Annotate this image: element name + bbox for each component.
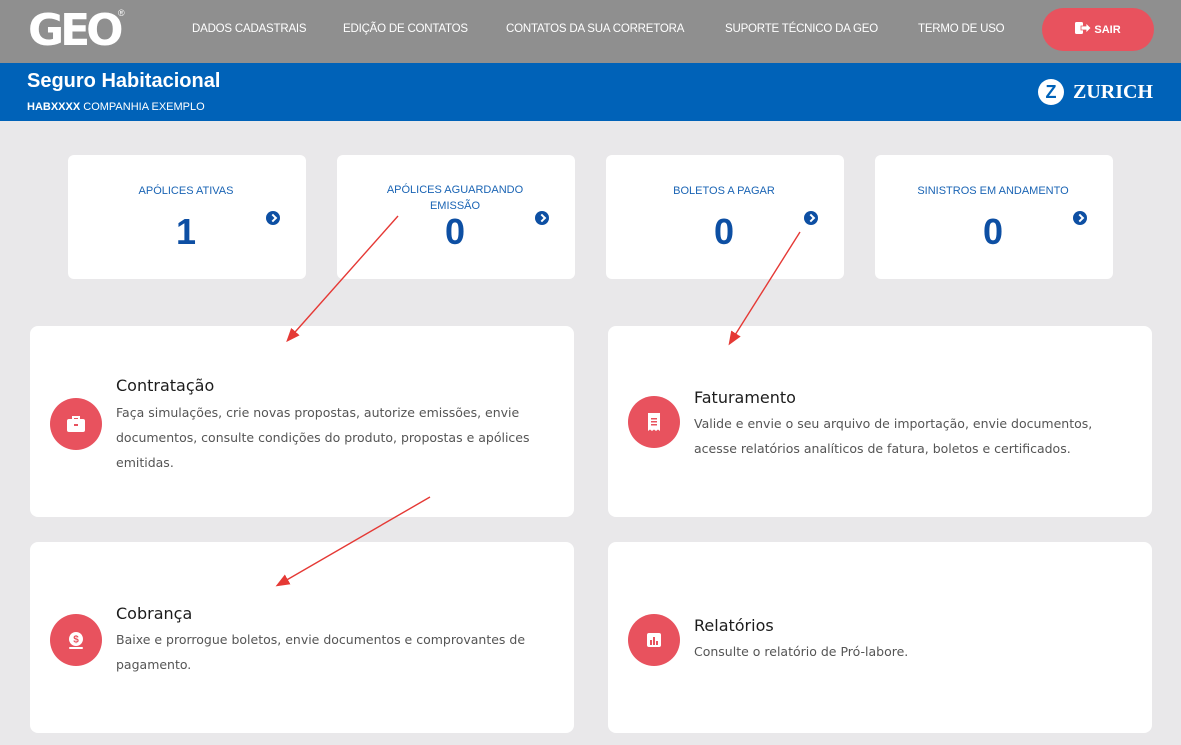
- stat-value: 0: [982, 211, 1004, 252]
- main-nav: DADOS CADASTRAIS EDIÇÃO DE CONTATOS CONT…: [0, 0, 1181, 63]
- stat-value: 1: [175, 211, 197, 252]
- briefcase-icon: [50, 398, 102, 450]
- card-description: Consulte o relatório de Pró-labore.: [694, 644, 909, 659]
- bar-chart-icon: [628, 614, 680, 666]
- card-relatorios[interactable]: Relatórios Consulte o relatório de Pró-l…: [608, 542, 1152, 733]
- logout-button[interactable]: SAIR: [1042, 8, 1154, 51]
- stat-value: 0: [444, 211, 466, 252]
- product-code: HABXXXX: [27, 101, 81, 113]
- nav-edicao-contatos[interactable]: EDIÇÃO DE CONTATOS: [343, 23, 468, 35]
- receipt-icon: [628, 396, 680, 448]
- card-cobranca[interactable]: $ Cobrança Baixe e prorrogue boletos, en…: [30, 542, 574, 733]
- card-faturamento[interactable]: Faturamento Valide e envie o seu arquivo…: [608, 326, 1152, 517]
- nav-contatos-corretora[interactable]: CONTATOS DA SUA CORRETORA: [506, 23, 684, 35]
- svg-text:$: $: [73, 635, 79, 646]
- card-description: Faça simulações, crie novas propostas, a…: [116, 405, 530, 470]
- stat-card-boletos-pagar[interactable]: BOLETOS A PAGAR 0: [606, 155, 844, 279]
- stat-title: BOLETOS A PAGAR: [673, 185, 775, 197]
- zurich-logo: Z ZURICH: [1038, 79, 1153, 105]
- card-title: Cobrança: [116, 604, 193, 623]
- nav-dados-cadastrais[interactable]: DADOS CADASTRAIS: [192, 23, 307, 35]
- logout-icon: [1075, 21, 1092, 38]
- card-title: Faturamento: [694, 388, 796, 407]
- card-description: Baixe e prorrogue boletos, envie documen…: [116, 632, 526, 672]
- chevron-right-icon[interactable]: [804, 211, 818, 225]
- stat-card-apolices-aguardando[interactable]: APÓLICES AGUARDANDO EMISSÃO 0: [337, 155, 575, 279]
- chevron-right-icon[interactable]: [266, 211, 280, 225]
- product-subtitle: HABXXXX COMPANHIA EXEMPLO: [27, 101, 205, 113]
- zurich-mark-icon: Z: [1038, 79, 1064, 105]
- top-navigation-bar: GEO ® DADOS CADASTRAIS EDIÇÃO DE CONTATO…: [0, 0, 1181, 63]
- nav-suporte-tecnico[interactable]: SUPORTE TÉCNICO DA GEO: [725, 23, 878, 35]
- logout-label: SAIR: [1094, 23, 1121, 36]
- card-title: Contratação: [116, 376, 215, 395]
- nav-termo-uso[interactable]: TERMO DE USO: [918, 23, 1005, 35]
- card-contratacao[interactable]: Contratação Faça simulações, crie novas …: [30, 326, 574, 517]
- card-description: Valide e envie o seu arquivo de importaç…: [694, 416, 1093, 456]
- zurich-wordmark: ZURICH: [1073, 80, 1154, 103]
- stat-title: APÓLICES ATIVAS: [138, 185, 234, 197]
- stat-title: SINISTROS EM ANDAMENTO: [917, 185, 1069, 197]
- chevron-right-icon[interactable]: [535, 211, 549, 225]
- product-company: COMPANHIA EXEMPLO: [83, 101, 205, 113]
- stat-card-apolices-ativas[interactable]: APÓLICES ATIVAS 1: [68, 155, 306, 279]
- product-title: Seguro Habitacional: [27, 70, 221, 92]
- stat-card-sinistros[interactable]: SINISTROS EM ANDAMENTO 0: [875, 155, 1113, 279]
- money-bag-icon: $: [50, 614, 102, 666]
- chevron-right-icon[interactable]: [1073, 211, 1087, 225]
- stat-value: 0: [713, 211, 735, 252]
- stat-title: APÓLICES AGUARDANDO EMISSÃO: [386, 184, 524, 212]
- card-title: Relatórios: [694, 616, 774, 635]
